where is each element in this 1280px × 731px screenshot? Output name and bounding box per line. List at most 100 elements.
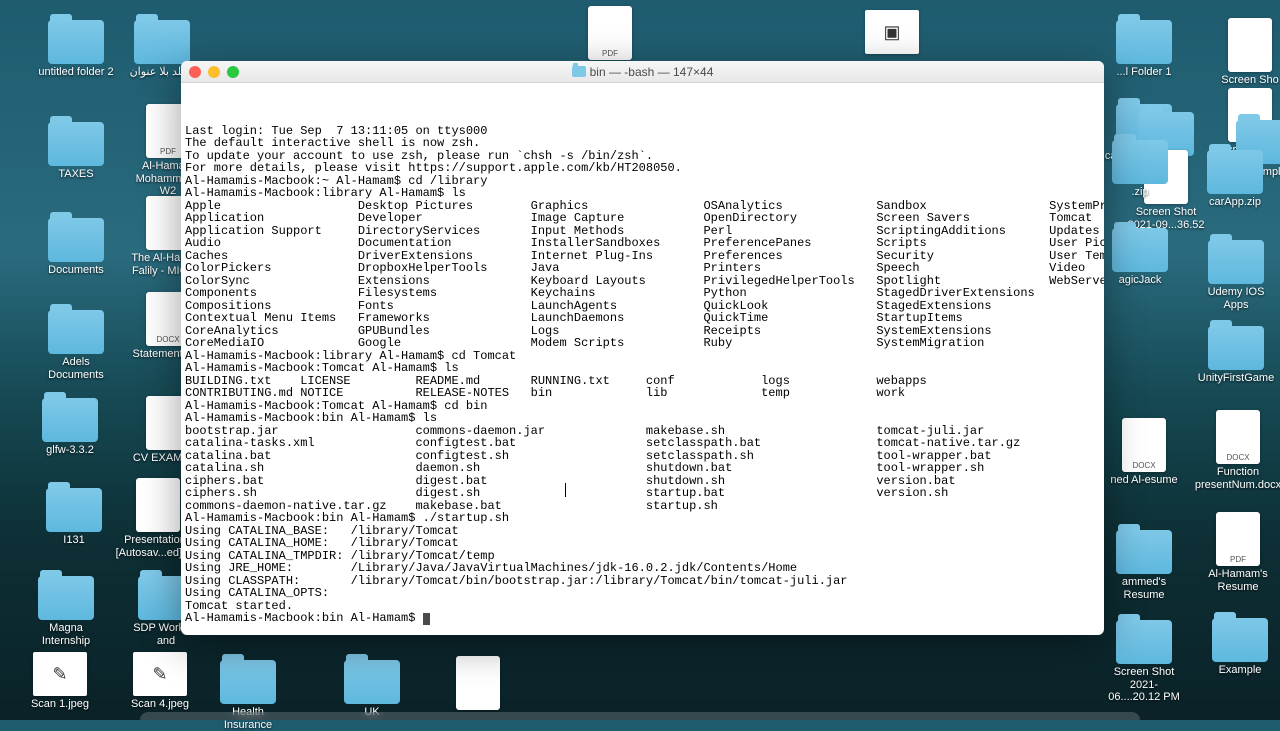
folder-icon xyxy=(1116,20,1172,64)
desktop-icon[interactable]: PDF xyxy=(570,6,650,60)
window-title-text: bin — -bash — 147×44 xyxy=(590,65,714,79)
folder-icon xyxy=(48,122,104,166)
document-icon xyxy=(136,478,180,532)
terminal-line: ColorPickers DropboxHelperTools Java Pri… xyxy=(185,262,1100,275)
document-icon: PDF xyxy=(1216,512,1260,566)
traffic-lights xyxy=(189,66,239,78)
desktop-icon[interactable]: PDFAl-Hamam's Resume xyxy=(1198,512,1278,593)
folder-icon xyxy=(38,576,94,620)
terminal-line: The default interactive shell is now zsh… xyxy=(185,137,1100,150)
desktop-icon[interactable]: Screen Shot 2021-06....20.12 PM xyxy=(1104,620,1184,704)
icon-label: Adels Documents xyxy=(36,356,116,381)
icon-label: Scan 1.jpeg xyxy=(31,698,89,711)
icon-label: glfw-3.3.2 xyxy=(46,444,94,457)
desktop-icon[interactable]: agicJack xyxy=(1100,228,1180,287)
desktop-icon[interactable]: .zip xyxy=(1100,140,1180,199)
terminal-line: Contextual Menu Items Frameworks LaunchD… xyxy=(185,312,1100,325)
icon-label: TAXES xyxy=(58,168,93,181)
document-icon: PDF xyxy=(588,6,632,60)
desktop-icon[interactable]: ✎ Scan 1.jpeg xyxy=(20,652,100,711)
desktop-icon[interactable]: Documents xyxy=(36,218,116,277)
folder-icon xyxy=(1112,228,1168,272)
desktop-icon[interactable] xyxy=(438,656,518,710)
terminal-line: Using CATALINA_HOME: /library/Tomcat xyxy=(185,537,1100,550)
icon-label: Screen Sho xyxy=(1221,74,1278,87)
terminal-line: Al-Hamamis-Macbook:library Al-Hamam$ ls xyxy=(185,187,1100,200)
close-icon[interactable] xyxy=(189,66,201,78)
maximize-icon[interactable] xyxy=(227,66,239,78)
document-icon xyxy=(1228,18,1272,72)
desktop-icon[interactable]: Adels Documents xyxy=(36,310,116,381)
folder-icon xyxy=(572,66,586,77)
terminal-line: Al-Hamamis-Macbook:bin Al-Hamam$ ./start… xyxy=(185,512,1100,525)
icon-label: Al-Hamam's Resume xyxy=(1198,568,1278,593)
icon-label: Magna Internship xyxy=(26,622,106,647)
folder-icon xyxy=(344,660,400,704)
terminal-line: catalina-tasks.xml configtest.bat setcla… xyxy=(185,437,1100,450)
icon-label: ned Al-esume xyxy=(1110,474,1177,487)
folder-icon xyxy=(1212,618,1268,662)
terminal-line: catalina.sh daemon.sh shutdown.bat tool-… xyxy=(185,462,1100,475)
icon-label: Udemy IOS Apps xyxy=(1196,286,1276,311)
window-title: bin — -bash — 147×44 xyxy=(181,65,1104,79)
terminal-line: Application Developer Image Capture Open… xyxy=(185,212,1100,225)
desktop-icon[interactable]: untitled folder 2 xyxy=(36,20,116,79)
icon-label: ...l Folder 1 xyxy=(1116,66,1171,79)
terminal-line: Using CATALINA_OPTS: xyxy=(185,587,1100,600)
folder-icon xyxy=(46,488,102,532)
terminal-line: Using JRE_HOME: /Library/Java/JavaVirtua… xyxy=(185,562,1100,575)
folder-icon xyxy=(220,660,276,704)
desktop-icon[interactable]: glfw-3.3.2 xyxy=(30,398,110,457)
dock[interactable] xyxy=(140,712,1140,720)
document-icon xyxy=(456,656,500,710)
icon-label: Example xyxy=(1219,664,1262,677)
desktop-icon[interactable]: Screen Sho xyxy=(1210,18,1280,87)
terminal-line: CONTRIBUTING.md NOTICE RELEASE-NOTES bin… xyxy=(185,387,1100,400)
desktop-icon[interactable]: Health Insurance xyxy=(208,660,288,731)
desktop-icon[interactable]: I131 xyxy=(34,488,114,547)
folder-icon xyxy=(1112,140,1168,184)
folder-icon xyxy=(1208,240,1264,284)
icon-label: ammed's Resume xyxy=(1104,576,1184,601)
titlebar[interactable]: bin — -bash — 147×44 xyxy=(181,61,1104,83)
desktop-icon[interactable]: ✎ Scan 4.jpeg xyxy=(120,652,200,711)
terminal-line: Components Filesystems Keychains Python … xyxy=(185,287,1100,300)
folder-icon xyxy=(1116,620,1172,664)
desktop-icon[interactable]: DOCXned Al-esume xyxy=(1104,418,1184,487)
icon-label: untitled folder 2 xyxy=(38,66,113,79)
desktop-icon[interactable]: ...l Folder 1 xyxy=(1104,20,1184,79)
terminal-body[interactable]: Last login: Tue Sep 7 13:11:05 on ttys00… xyxy=(181,83,1104,635)
image-icon: ✎ xyxy=(133,652,187,696)
folder-icon xyxy=(42,398,98,442)
document-icon: DOCX xyxy=(1216,410,1260,464)
folder-icon xyxy=(48,218,104,262)
desktop-icon[interactable]: UnityFirstGame xyxy=(1196,326,1276,385)
icon-label: Screen Shot 2021-06....20.12 PM xyxy=(1104,666,1184,704)
minimize-icon[interactable] xyxy=(208,66,220,78)
desktop-icon[interactable]: UK xyxy=(332,660,412,719)
icon-label: Function presentNum.docx xyxy=(1195,466,1280,491)
terminal-line: For more details, please visit https://s… xyxy=(185,162,1100,175)
cursor-icon xyxy=(423,613,430,625)
desktop-icon[interactable]: DOCXFunction presentNum.docx xyxy=(1198,410,1278,491)
image-icon: ▣ xyxy=(865,10,919,54)
desktop-icon[interactable]: ▣ xyxy=(852,10,932,54)
desktop-icon[interactable]: Example xyxy=(1200,618,1280,677)
icon-label: UnityFirstGame xyxy=(1198,372,1274,385)
desktop-icon[interactable]: Udemy IOS Apps xyxy=(1196,240,1276,311)
terminal-prompt: Al-Hamamis-Macbook:bin Al-Hamam$ xyxy=(185,612,1100,625)
desktop-icon[interactable]: Magna Internship xyxy=(26,576,106,647)
icon-label: Scan 4.jpeg xyxy=(131,698,189,711)
image-icon: ✎ xyxy=(33,652,87,696)
desktop-icon[interactable]: ammed's Resume xyxy=(1104,530,1184,601)
icon-label: I131 xyxy=(63,534,84,547)
icon-label: agicJack xyxy=(1119,274,1162,287)
terminal-line: Audio Documentation InstallerSandboxes P… xyxy=(185,237,1100,250)
icon-label: Documents xyxy=(48,264,104,277)
folder-icon xyxy=(48,310,104,354)
desktop-icon[interactable]: carApp.zip xyxy=(1195,150,1275,209)
icon-label: carApp.zip xyxy=(1209,196,1261,209)
desktop-icon[interactable]: TAXES xyxy=(36,122,116,181)
terminal-line: Al-Hamamis-Macbook:Tomcat Al-Hamam$ ls xyxy=(185,362,1100,375)
terminal-window: bin — -bash — 147×44 Last login: Tue Sep… xyxy=(181,61,1104,635)
